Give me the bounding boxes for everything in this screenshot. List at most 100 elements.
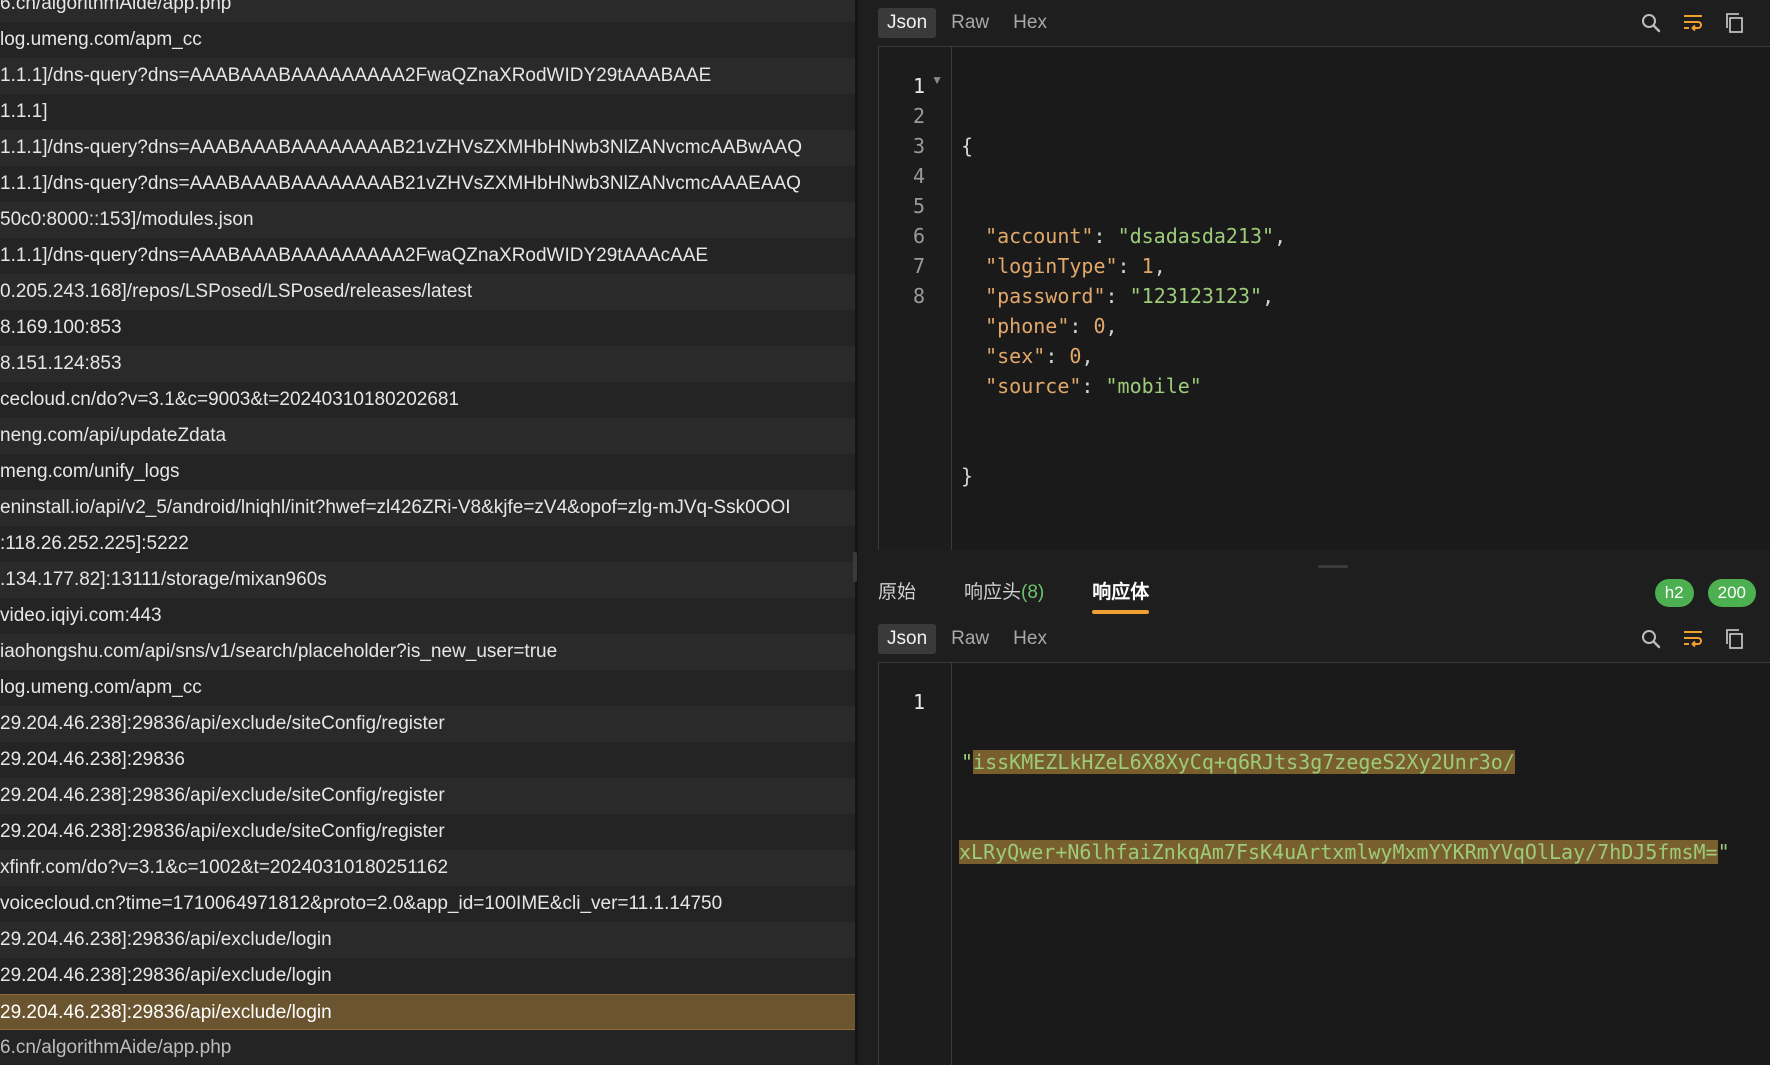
json-field: "loginType": 1, bbox=[985, 254, 1166, 278]
response-value-line1: issKMEZLkHZeL6X8XyCq+q6RJts3g7zegeS2Xy2U… bbox=[973, 750, 1515, 774]
response-gutter: 1 bbox=[879, 663, 952, 1065]
request-tab-json[interactable]: Json bbox=[878, 8, 937, 38]
request-row[interactable]: voicecloud.cn?time=1710064971812&proto=2… bbox=[0, 886, 855, 922]
response-body-viewer[interactable]: 1 " issKMEZLkHZeL6X8XyCq+q6RJts3g7zegeS2X… bbox=[878, 662, 1770, 1065]
request-row[interactable]: 1.1.1]/dns-query?dns=AAABAAABAAAAAAAAA2F… bbox=[0, 238, 855, 274]
detail-panel: Json Raw Hex 1 ▼ 2 3 4 5 6 7 8 {"accoun… bbox=[858, 0, 1770, 1065]
request-tab-hex[interactable]: Hex bbox=[1004, 8, 1056, 38]
json-field: "source": "mobile" bbox=[985, 374, 1202, 398]
json-field: "phone": 0, bbox=[985, 314, 1118, 338]
request-url: 29.204.46.238]:29836/api/exclude/login bbox=[0, 1002, 332, 1023]
request-row[interactable]: xfinfr.com/do?v=3.1&c=1002&t=20240310180… bbox=[0, 850, 855, 886]
request-url: voicecloud.cn?time=1710064971812&proto=2… bbox=[0, 893, 723, 914]
request-url: 1.1.1]/dns-query?dns=AAABAAABAAAAAAAAA2F… bbox=[0, 65, 712, 86]
request-format-bar: Json Raw Hex bbox=[858, 0, 1770, 46]
tab-raw[interactable]: 原始 bbox=[878, 570, 916, 616]
wrap-icon[interactable] bbox=[1682, 12, 1704, 34]
request-row[interactable]: 29.204.46.238]:29836/api/exclude/login bbox=[0, 994, 855, 1030]
request-row[interactable]: 0.205.243.168]/repos/LSPosed/LSPosed/rel… bbox=[0, 274, 855, 310]
request-row[interactable]: 29.204.46.238]:29836/api/exclude/siteCon… bbox=[0, 778, 855, 814]
request-row[interactable]: 29.204.46.238]:29836/api/exclude/siteCon… bbox=[0, 706, 855, 742]
request-row[interactable]: eninstall.io/api/v2_5/android/lniqhl/ini… bbox=[0, 490, 855, 526]
request-url: 29.204.46.238]:29836/api/exclude/login bbox=[0, 965, 332, 986]
response-tab-json[interactable]: Json bbox=[878, 624, 937, 654]
json-comma: , bbox=[1105, 314, 1118, 338]
json-value: 0 bbox=[1069, 344, 1082, 368]
request-url: log.umeng.com/apm_cc bbox=[0, 29, 202, 50]
request-tab-raw[interactable]: Raw bbox=[942, 8, 998, 38]
string-quote: " bbox=[1717, 840, 1730, 864]
request-row[interactable]: 6.cn/algorithmAide/app.php bbox=[0, 1030, 855, 1065]
request-url: 29.204.46.238]:29836/api/exclude/siteCon… bbox=[0, 785, 445, 806]
json-close-brace: } bbox=[961, 464, 974, 488]
search-icon[interactable] bbox=[1640, 628, 1662, 650]
json-comma: , bbox=[1262, 284, 1275, 308]
response-tab-hex[interactable]: Hex bbox=[1004, 624, 1056, 654]
response-tabs: 原始 响应头(8) 响应体 h2 200 bbox=[858, 570, 1770, 616]
splitter-grip[interactable] bbox=[853, 552, 857, 582]
headers-count: (8) bbox=[1021, 582, 1045, 603]
copy-icon[interactable] bbox=[1724, 628, 1746, 650]
json-comma: , bbox=[1274, 224, 1287, 248]
request-row[interactable]: 29.204.46.238]:29836 bbox=[0, 742, 855, 778]
search-icon[interactable] bbox=[1640, 12, 1662, 34]
request-url: 1.1.1]/dns-query?dns=AAABAAABAAAAAAAAA2F… bbox=[0, 245, 709, 266]
request-url: 8.169.100:853 bbox=[0, 317, 122, 338]
response-value-line2: xLRyQwer+N6lhfaiZnkqAm7FsK4uArtxmlwyMxmY… bbox=[959, 840, 1718, 864]
request-row[interactable]: 6.cn/algorithmAide/app.php bbox=[0, 0, 855, 22]
line-number: 7 bbox=[912, 254, 925, 278]
request-body-viewer[interactable]: 1 ▼ 2 3 4 5 6 7 8 { "account": "dsadasda… bbox=[878, 46, 1770, 550]
request-row[interactable]: iaohongshu.com/api/sns/v1/search/placeho… bbox=[0, 634, 855, 670]
overflow-icon[interactable] bbox=[1760, 628, 1770, 650]
json-value: "123123123" bbox=[1129, 284, 1263, 308]
json-key: "sex" bbox=[985, 344, 1046, 368]
request-row[interactable]: cecloud.cn/do?v=3.1&c=9003&t=20240310180… bbox=[0, 382, 855, 418]
json-key: "source" bbox=[985, 374, 1082, 398]
request-url: 29.204.46.238]:29836/api/exclude/siteCon… bbox=[0, 821, 445, 842]
response-badges: h2 200 bbox=[1641, 570, 1770, 616]
line-number: 1 bbox=[912, 74, 925, 98]
tab-headers[interactable]: 响应头(8) bbox=[964, 570, 1044, 616]
request-row[interactable]: log.umeng.com/apm_cc bbox=[0, 22, 855, 58]
request-url: 1.1.1]/dns-query?dns=AAABAAABAAAAAAAAB21… bbox=[0, 137, 802, 158]
request-row[interactable]: 1.1.1]/dns-query?dns=AAABAAABAAAAAAAAA2F… bbox=[0, 58, 855, 94]
request-row[interactable]: .134.177.82]:13111/storage/mixan960s bbox=[0, 562, 855, 598]
request-row[interactable]: 29.204.46.238]:29836/api/exclude/login bbox=[0, 922, 855, 958]
request-row[interactable]: 29.204.46.238]:29836/api/exclude/siteCon… bbox=[0, 814, 855, 850]
request-row[interactable]: 29.204.46.238]:29836/api/exclude/login bbox=[0, 958, 855, 994]
request-url: 6.cn/algorithmAide/app.php bbox=[0, 1037, 232, 1058]
request-row[interactable]: video.iqiyi.com:443 bbox=[0, 598, 855, 634]
tab-headers-label: 响应头 bbox=[964, 582, 1022, 603]
request-row[interactable]: log.umeng.com/apm_cc bbox=[0, 670, 855, 706]
json-value: 0 bbox=[1093, 314, 1106, 338]
response-tab-raw[interactable]: Raw bbox=[942, 624, 998, 654]
line-number: 3 bbox=[912, 134, 925, 158]
json-value: 1 bbox=[1141, 254, 1154, 278]
request-row[interactable]: 50c0:8000::153]/modules.json bbox=[0, 202, 855, 238]
request-row[interactable]: 8.151.124:853 bbox=[0, 346, 855, 382]
wrap-icon[interactable] bbox=[1682, 628, 1704, 650]
request-json: { "account": "dsadasda213", "loginType":… bbox=[961, 71, 1286, 551]
copy-icon[interactable] bbox=[1724, 12, 1746, 34]
request-row[interactable]: 1.1.1] bbox=[0, 94, 855, 130]
request-url: 6.cn/algorithmAide/app.php bbox=[0, 0, 232, 14]
request-url: 1.1.1] bbox=[0, 101, 48, 122]
line-number: 5 bbox=[912, 194, 925, 218]
request-row[interactable]: neng.com/api/updateZdata bbox=[0, 418, 855, 454]
request-row[interactable]: 1.1.1]/dns-query?dns=AAABAAABAAAAAAAAB21… bbox=[0, 166, 855, 202]
request-row[interactable]: 1.1.1]/dns-query?dns=AAABAAABAAAAAAAAB21… bbox=[0, 130, 855, 166]
request-row[interactable]: meng.com/unify_logs bbox=[0, 454, 855, 490]
request-url: xfinfr.com/do?v=3.1&c=1002&t=20240310180… bbox=[0, 857, 449, 878]
request-row[interactable]: :118.26.252.225]:5222 bbox=[0, 526, 855, 562]
line-number: 4 bbox=[912, 164, 925, 188]
json-key: "password" bbox=[985, 284, 1106, 308]
json-key: "phone" bbox=[985, 314, 1070, 338]
line-number: 1 bbox=[912, 690, 925, 714]
json-comma: , bbox=[1081, 344, 1094, 368]
request-row[interactable]: 8.169.100:853 bbox=[0, 310, 855, 346]
fold-arrow-icon[interactable]: ▼ bbox=[931, 73, 943, 87]
tab-body[interactable]: 响应体 bbox=[1092, 570, 1150, 616]
panel-resize-handle[interactable] bbox=[1318, 565, 1348, 568]
response-format-bar: Json Raw Hex bbox=[858, 616, 1770, 662]
overflow-icon[interactable] bbox=[1760, 12, 1770, 34]
